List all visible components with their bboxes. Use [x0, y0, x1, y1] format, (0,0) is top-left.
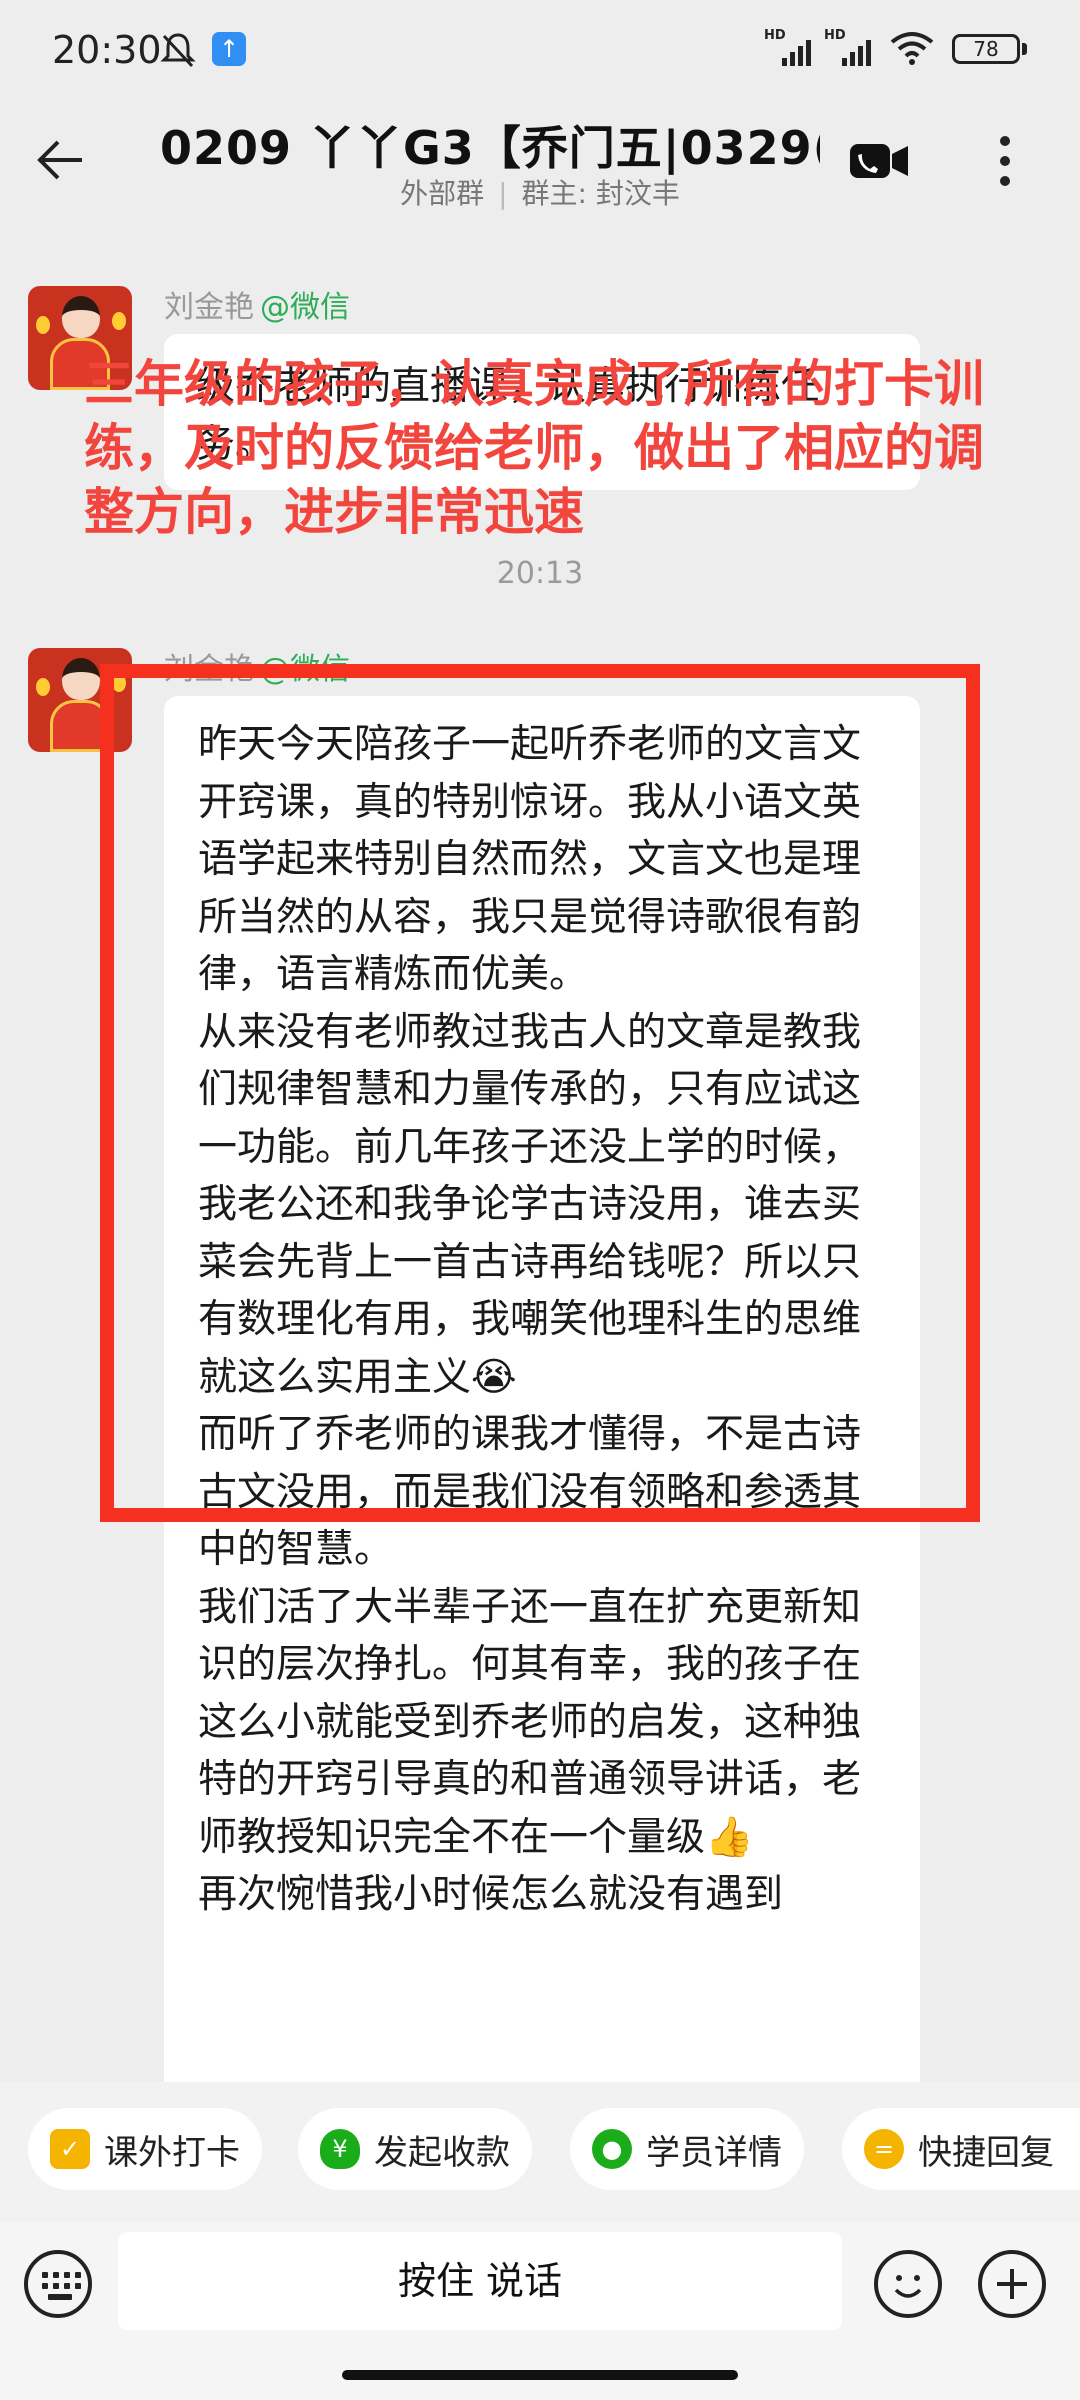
quick-action-student[interactable]: ● 学员详情 — [570, 2108, 804, 2190]
signal-hd-label-2: HD — [824, 28, 846, 43]
highlight-frame — [100, 664, 980, 1522]
chat-title: 0209 丫丫G3【乔门五|0329(7) — [160, 121, 820, 175]
battery-indicator: 78 — [952, 34, 1020, 64]
student-icon: ● — [592, 2129, 632, 2169]
group-type-label: 外部群 — [400, 177, 485, 210]
plus-icon[interactable] — [978, 2250, 1046, 2318]
input-bar: 按住 说话 — [0, 2222, 1080, 2400]
payment-shield-icon: ¥ — [320, 2129, 360, 2169]
video-call-icon[interactable] — [848, 138, 910, 184]
signal-hd-label: HD — [764, 28, 786, 43]
upload-notification-icon: ↑ — [212, 32, 246, 66]
keyboard-icon[interactable] — [24, 2250, 92, 2318]
quick-action-label: 发起收款 — [374, 2132, 510, 2173]
sender-name: 刘金艳 @微信 — [164, 282, 350, 326]
message-timestamp: 20:13 — [496, 556, 584, 591]
quick-reply-icon: = — [864, 2129, 904, 2169]
battery-tip — [1022, 43, 1027, 55]
subtitle-separator: | — [498, 177, 508, 210]
quick-action-label: 学员详情 — [646, 2132, 782, 2173]
quick-action-label: 课外打卡 — [104, 2132, 240, 2173]
quick-action-payment[interactable]: ¥ 发起收款 — [298, 2108, 532, 2190]
signal-strength-icon: HD — [764, 28, 816, 70]
sender-name-text: 刘金艳 — [164, 290, 254, 325]
emoji-icon[interactable] — [874, 2250, 942, 2318]
signal-strength-2-icon: HD — [824, 28, 876, 70]
sender-source: @微信 — [260, 290, 350, 325]
status-time: 20:30 — [52, 28, 162, 72]
more-options-icon[interactable] — [990, 130, 1020, 194]
quick-action-bar: ✓ 课外打卡 ¥ 发起收款 ● 学员详情 = 快捷回复 — [0, 2082, 1080, 2222]
overlay-annotation: 三年级的孩子，认真完成了所有的打卡训练，及时的反馈给老师，做出了相应的调整方向，… — [84, 355, 984, 541]
chat-subtitle: 外部群 | 群主: 封汶丰 — [0, 172, 1080, 212]
calendar-check-icon: ✓ — [50, 2129, 90, 2169]
group-owner-label: 群主: 封汶丰 — [521, 177, 680, 210]
chat-header: 0209 丫丫G3【乔门五|0329(7) 外部群 | 群主: 封汶丰 — [0, 100, 1080, 225]
hold-to-talk-button[interactable]: 按住 说话 — [118, 2232, 842, 2330]
bell-muted-icon — [160, 33, 196, 68]
quick-action-checkin[interactable]: ✓ 课外打卡 — [28, 2108, 262, 2190]
wifi-icon — [890, 32, 934, 65]
home-indicator[interactable] — [342, 2370, 738, 2380]
quick-action-label: 快捷回复 — [918, 2132, 1054, 2173]
status-bar: 20:30 ↑ HD HD 78 — [0, 0, 1080, 100]
quick-action-reply[interactable]: = 快捷回复 — [842, 2108, 1080, 2190]
